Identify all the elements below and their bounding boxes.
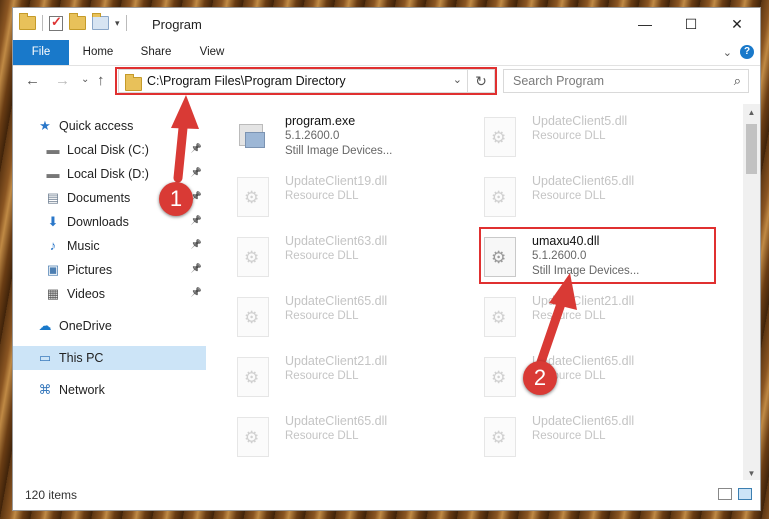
callout-badge-2: 2 — [523, 361, 557, 395]
callout-arrows — [171, 95, 577, 370]
arrow-2-head — [549, 273, 577, 310]
arrow-2-shaft — [535, 293, 568, 370]
callout-badge-1: 1 — [159, 182, 193, 216]
arrow-1-head — [171, 95, 199, 129]
